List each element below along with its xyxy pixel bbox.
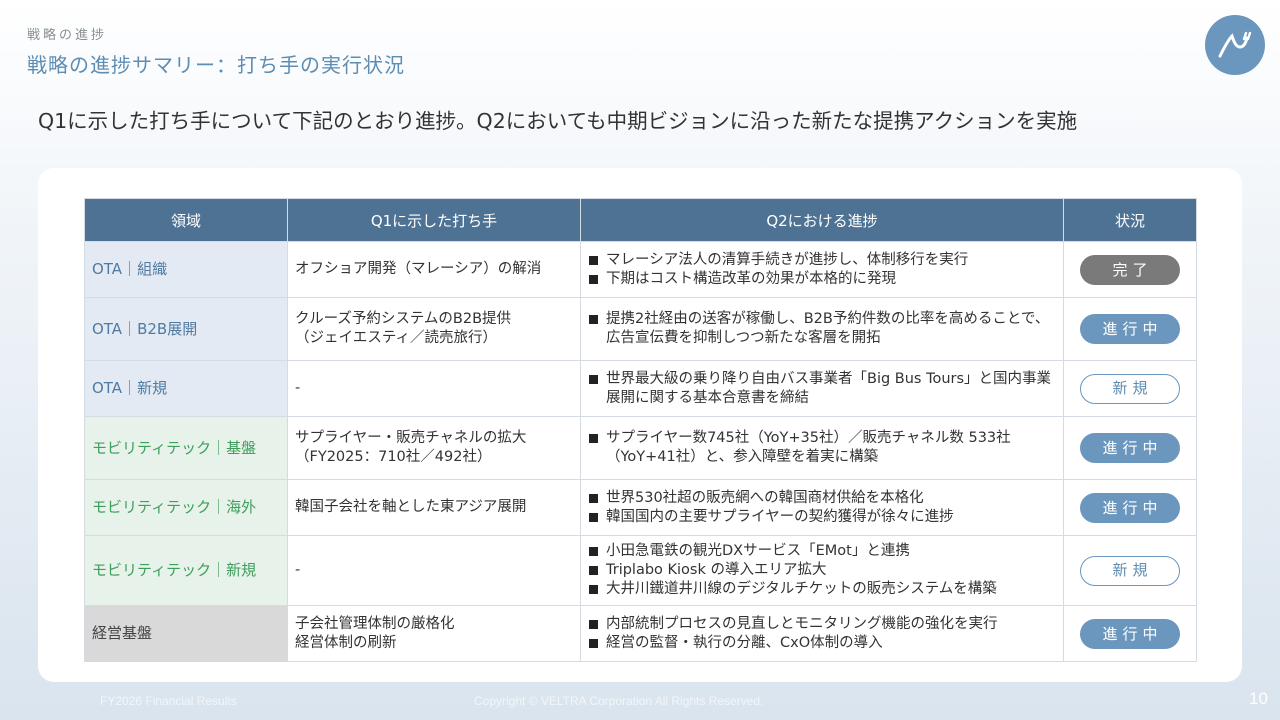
headline: Q1に示した打ち手について下記のとおり進捗。Q2においても中期ビジョンに沿った新…	[38, 109, 1078, 133]
status-cell: 進行中	[1063, 297, 1197, 361]
table-row: OTA｜B2B展開 クルーズ予約システムのB2B提供 （ジェイエスティ／読売旅行…	[84, 297, 1197, 361]
progress-bullet: Triplabo Kiosk の導入エリア拡大	[588, 561, 1056, 580]
q1-action-line: 経営体制の刷新	[295, 634, 397, 651]
status-cell: 新規	[1063, 535, 1197, 606]
status-badge-in-progress: 進行中	[1080, 433, 1180, 463]
progress-bullet: 提携2社経由の送客が稼働し、B2B予約件数の比率を高めることで、広告宣伝費を抑制…	[588, 310, 1056, 348]
header-q1-action: Q1に示した打ち手	[287, 198, 581, 242]
q1-action-cell: -	[287, 535, 581, 606]
progress-bullet: 韓国国内の主要サプライヤーの契約獲得が徐々に進捗	[588, 508, 1056, 527]
status-badge-in-progress: 進行中	[1080, 618, 1180, 649]
progress-cell: 世界最大級の乗り降り自由バス事業者「Big Bus Tours」と国内事業展開に…	[580, 360, 1064, 417]
progress-bullet: マレーシア法人の清算手続きが進捗し、体制移行を実行	[588, 251, 1056, 270]
q1-action-cell: クルーズ予約システムのB2B提供 （ジェイエスティ／読売旅行）	[287, 297, 581, 361]
footer-copyright: Copyright © VELTRA Corporation All Right…	[474, 694, 764, 708]
logo	[1205, 15, 1265, 75]
q1-action-line: クルーズ予約システムのB2B提供	[295, 311, 512, 327]
q1-action-cell: オフショア開発（マレーシア）の解消	[287, 241, 581, 298]
status-badge-new: 新規	[1080, 373, 1180, 404]
table-row: モビリティテック｜新規 - 小田急電鉄の観光DXサービス「EMot」と連携 Tr…	[84, 535, 1197, 606]
page-number: 10	[1249, 689, 1268, 708]
progress-bullet: 内部統制プロセスの見直しとモニタリング機能の強化を実行	[588, 615, 1056, 634]
progress-bullet: 下期はコスト構造改革の効果が本格的に発現	[588, 270, 1056, 289]
status-badge-new: 新規	[1080, 555, 1180, 586]
status-badge-in-progress: 進行中	[1080, 492, 1180, 523]
area-cell: 経営基盤	[84, 605, 288, 662]
table-row: モビリティテック｜海外 韓国子会社を軸とした東アジア展開 世界530社超の販売網…	[84, 479, 1197, 536]
q1-action-cell: 子会社管理体制の厳格化 経営体制の刷新	[287, 605, 581, 662]
progress-table: 領域 Q1に示した打ち手 Q2における進捗 状況 OTA｜組織 オフショア開発（…	[84, 198, 1197, 662]
progress-bullet: 世界最大級の乗り降り自由バス事業者「Big Bus Tours」と国内事業展開に…	[588, 370, 1056, 408]
status-badge-in-progress: 進行中	[1080, 314, 1180, 344]
q1-action-line: 韓国子会社を軸とした東アジア展開	[295, 499, 527, 515]
table-row: 経営基盤 子会社管理体制の厳格化 経営体制の刷新 内部統制プロセスの見直しとモニ…	[84, 605, 1197, 662]
status-cell: 進行中	[1063, 605, 1197, 662]
status-badge-done: 完了	[1080, 254, 1180, 285]
q1-action-cell: -	[287, 360, 581, 417]
q1-action-cell: 韓国子会社を軸とした東アジア展開	[287, 479, 581, 536]
q1-action-line: （ジェイエスティ／読売旅行）	[295, 330, 497, 346]
q1-action-line: （FY2025：710社／492社）	[295, 449, 492, 465]
q1-action-line: -	[295, 562, 301, 578]
area-cell: OTA｜新規	[84, 360, 288, 417]
table-row: OTA｜新規 - 世界最大級の乗り降り自由バス事業者「Big Bus Tours…	[84, 360, 1197, 417]
status-cell: 進行中	[1063, 416, 1197, 480]
q1-action-line: サプライヤー・販売チャネルの拡大	[295, 430, 527, 446]
footer-report-name: FY2026 Financial Results	[100, 694, 237, 708]
area-cell: OTA｜B2B展開	[84, 297, 288, 361]
progress-bullet: 大井川鐵道井川線のデジタルチケットの販売システムを構築	[588, 580, 1056, 599]
table-row: OTA｜組織 オフショア開発（マレーシア）の解消 マレーシア法人の清算手続きが進…	[84, 241, 1197, 298]
veltra-logo-icon	[1218, 31, 1252, 58]
q1-action-line: -	[295, 380, 301, 396]
section-label: 戦略の進捗	[27, 28, 108, 43]
progress-cell: 世界530社超の販売網への韓国商材供給を本格化 韓国国内の主要サプライヤーの契約…	[580, 479, 1064, 536]
status-cell: 新規	[1063, 360, 1197, 417]
q1-action-line: 子会社管理体制の厳格化	[295, 615, 455, 632]
progress-bullet: 経営の監督・執行の分離、CxO体制の導入	[588, 634, 1056, 653]
area-cell: OTA｜組織	[84, 241, 288, 298]
q1-action-cell: サプライヤー・販売チャネルの拡大 （FY2025：710社／492社）	[287, 416, 581, 480]
slide-title: 戦略の進捗サマリー：打ち手の実行状況	[27, 53, 405, 77]
header-area: 領域	[84, 198, 288, 242]
progress-cell: 内部統制プロセスの見直しとモニタリング機能の強化を実行 経営の監督・執行の分離、…	[580, 605, 1064, 662]
progress-cell: サプライヤー数745社（YoY+35社）／販売チャネル数 533社（YoY+41…	[580, 416, 1064, 480]
progress-cell: マレーシア法人の清算手続きが進捗し、体制移行を実行 下期はコスト構造改革の効果が…	[580, 241, 1064, 298]
status-cell: 完了	[1063, 241, 1197, 298]
table-row: モビリティテック｜基盤 サプライヤー・販売チャネルの拡大 （FY2025：710…	[84, 416, 1197, 480]
progress-cell: 提携2社経由の送客が稼働し、B2B予約件数の比率を高めることで、広告宣伝費を抑制…	[580, 297, 1064, 361]
progress-bullet: サプライヤー数745社（YoY+35社）／販売チャネル数 533社（YoY+41…	[588, 429, 1056, 467]
area-cell: モビリティテック｜新規	[84, 535, 288, 606]
table-header-row: 領域 Q1に示した打ち手 Q2における進捗 状況	[84, 198, 1197, 242]
header-q2-progress: Q2における進捗	[580, 198, 1064, 242]
progress-bullet: 小田急電鉄の観光DXサービス「EMot」と連携	[588, 542, 1056, 561]
area-cell: モビリティテック｜海外	[84, 479, 288, 536]
progress-cell: 小田急電鉄の観光DXサービス「EMot」と連携 Triplabo Kiosk の…	[580, 535, 1064, 606]
q1-action-line: オフショア開発（マレーシア）の解消	[295, 261, 542, 277]
header-status: 状況	[1063, 198, 1197, 242]
status-cell: 進行中	[1063, 479, 1197, 536]
area-cell: モビリティテック｜基盤	[84, 416, 288, 480]
progress-bullet: 世界530社超の販売網への韓国商材供給を本格化	[588, 489, 1056, 508]
